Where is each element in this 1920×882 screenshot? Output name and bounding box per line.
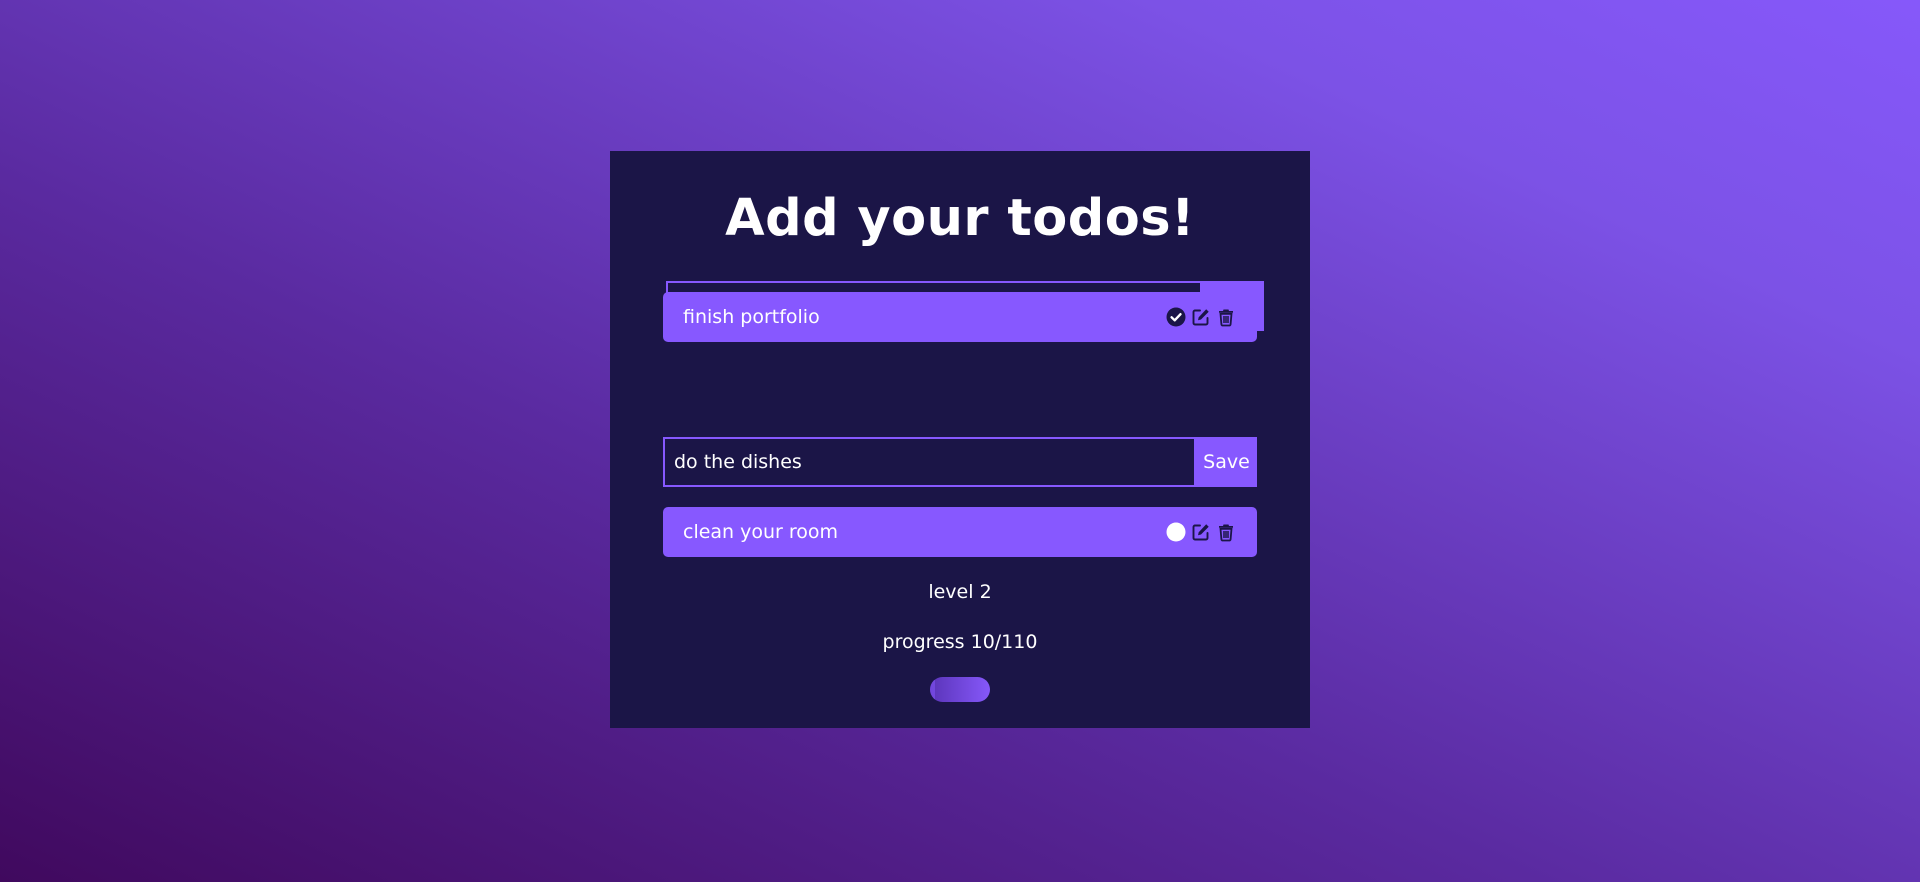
todo-actions (1165, 306, 1237, 328)
edit-task-input[interactable] (663, 437, 1196, 487)
save-button[interactable]: Save (1196, 437, 1257, 487)
todo-item[interactable]: finish portfolio (663, 292, 1257, 342)
edit-icon[interactable] (1190, 306, 1212, 328)
edit-icon[interactable] (1190, 521, 1212, 543)
check-circle-icon[interactable] (1165, 306, 1187, 328)
trash-icon[interactable] (1215, 306, 1237, 328)
todo-item[interactable]: clean your room (663, 507, 1257, 557)
todo-text: clean your room (683, 521, 839, 543)
empty-circle-icon[interactable] (1165, 521, 1187, 543)
page-title: Add your todos! (725, 189, 1195, 248)
progress-bar (930, 677, 990, 702)
todo-actions (1165, 521, 1237, 543)
trash-icon[interactable] (1215, 521, 1237, 543)
progress-label: progress 10/110 (882, 631, 1038, 653)
progress-bar-fill (930, 677, 936, 702)
edit-todo-form: Save (663, 437, 1257, 487)
level-label: level 2 (928, 581, 992, 603)
todo-panel: Add your todos! Add finish portfolio Sav… (610, 151, 1310, 728)
todo-text: finish portfolio (683, 306, 820, 328)
